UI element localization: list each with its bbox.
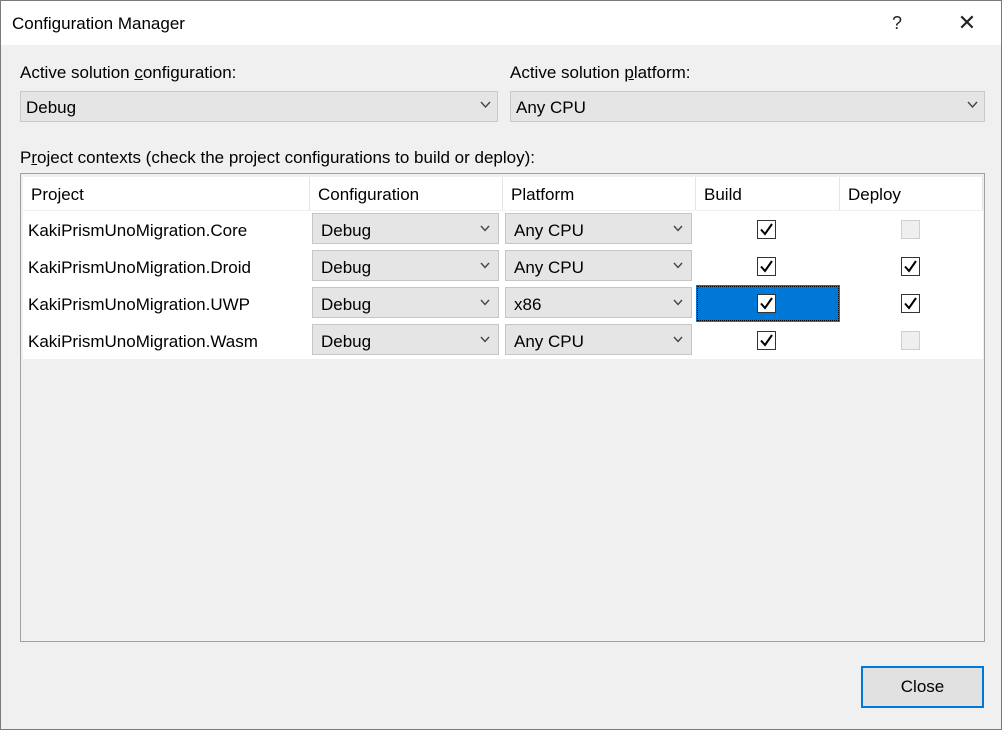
project-name-cell[interactable]: KakiPrismUnoMigration.UWP [23,285,310,322]
title-bar: Configuration Manager ? ✕ [1,1,1001,45]
checkmark-icon [904,297,917,310]
deploy-checkbox[interactable] [901,257,920,276]
deploy-checkbox[interactable] [901,294,920,313]
project-name-cell[interactable]: KakiPrismUnoMigration.Droid [23,248,310,285]
table-row: KakiPrismUnoMigration.Core Debug Any CPU [21,211,984,248]
column-header-platform[interactable]: Platform [503,177,696,210]
chevron-down-icon [673,225,683,232]
chevron-down-icon [480,262,490,269]
project-contexts-grid: Project Configuration Platform Build Dep… [20,173,985,642]
chevron-down-icon [673,336,683,343]
table-row: KakiPrismUnoMigration.UWP Debug x86 [21,285,984,322]
table-row: KakiPrismUnoMigration.Wasm Debug Any CPU [21,322,984,359]
chevron-down-icon [480,299,490,306]
chevron-down-icon [673,299,683,306]
build-cell [696,248,840,285]
build-checkbox[interactable] [757,220,776,239]
deploy-cell [840,322,983,359]
chevron-down-icon [967,101,978,109]
platform-dropdown[interactable]: Any CPU [505,213,692,244]
chevron-down-icon [673,262,683,269]
active-platform-dropdown[interactable]: Any CPU [510,91,985,122]
active-config-label: Active solution configuration: [20,63,237,82]
checkmark-icon [760,297,773,310]
project-contexts-label: Project contexts (check the project conf… [20,148,536,167]
deploy-cell [840,211,983,248]
build-checkbox[interactable] [757,257,776,276]
platform-dropdown[interactable]: x86 [505,287,692,318]
chevron-down-icon [480,336,490,343]
project-name-cell[interactable]: KakiPrismUnoMigration.Wasm [23,322,310,359]
configuration-manager-dialog: Configuration Manager ? ✕ Active solutio… [0,0,1002,730]
platform-dropdown[interactable]: Any CPU [505,250,692,281]
column-header-configuration[interactable]: Configuration [310,177,503,210]
column-header-project[interactable]: Project [23,177,310,210]
column-header-build[interactable]: Build [696,177,840,210]
deploy-checkbox [901,220,920,239]
build-cell [696,211,840,248]
table-row: KakiPrismUnoMigration.Droid Debug Any CP… [21,248,984,285]
build-cell-selected [696,285,840,322]
platform-dropdown[interactable]: Any CPU [505,324,692,355]
deploy-cell [840,248,983,285]
configuration-dropdown[interactable]: Debug [312,213,499,244]
checkmark-icon [760,223,773,236]
active-config-dropdown[interactable]: Debug [20,91,498,122]
help-button[interactable]: ? [877,5,917,41]
build-checkbox[interactable] [757,294,776,313]
deploy-checkbox [901,331,920,350]
configuration-dropdown[interactable]: Debug [312,324,499,355]
checkmark-icon [904,260,917,273]
checkmark-icon [760,260,773,273]
close-button[interactable]: Close [861,666,984,708]
build-checkbox[interactable] [757,331,776,350]
chevron-down-icon [480,225,490,232]
configuration-dropdown[interactable]: Debug [312,287,499,318]
column-header-deploy[interactable]: Deploy [840,177,983,210]
deploy-cell [840,285,983,322]
dialog-title: Configuration Manager [12,14,185,33]
chevron-down-icon [480,101,491,109]
close-icon[interactable]: ✕ [947,5,987,41]
project-name-cell[interactable]: KakiPrismUnoMigration.Core [23,211,310,248]
build-cell [696,322,840,359]
configuration-dropdown[interactable]: Debug [312,250,499,281]
active-platform-label: Active solution platform: [510,63,691,82]
checkmark-icon [760,334,773,347]
